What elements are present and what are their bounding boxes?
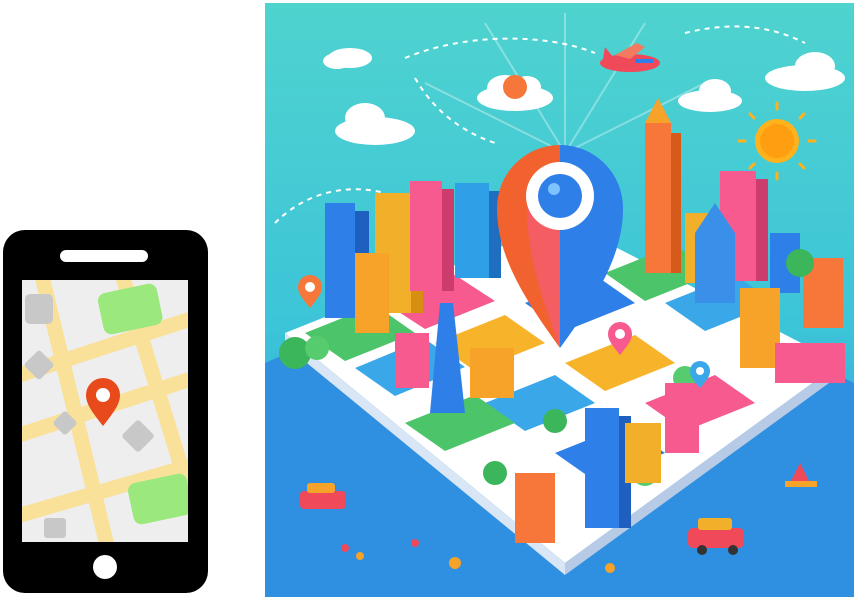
phone-screen-map: [22, 280, 188, 542]
smartphone-map-icon: [3, 230, 208, 593]
city-map-location-pin-icon: [265, 3, 854, 597]
city-map-illustration: [265, 3, 854, 597]
map-block: [25, 294, 53, 324]
home-button: [93, 555, 117, 579]
phone-speaker: [60, 250, 148, 262]
sunset-icon: [503, 75, 527, 99]
map-block: [44, 518, 66, 538]
phone-map-illustration: [0, 228, 210, 595]
